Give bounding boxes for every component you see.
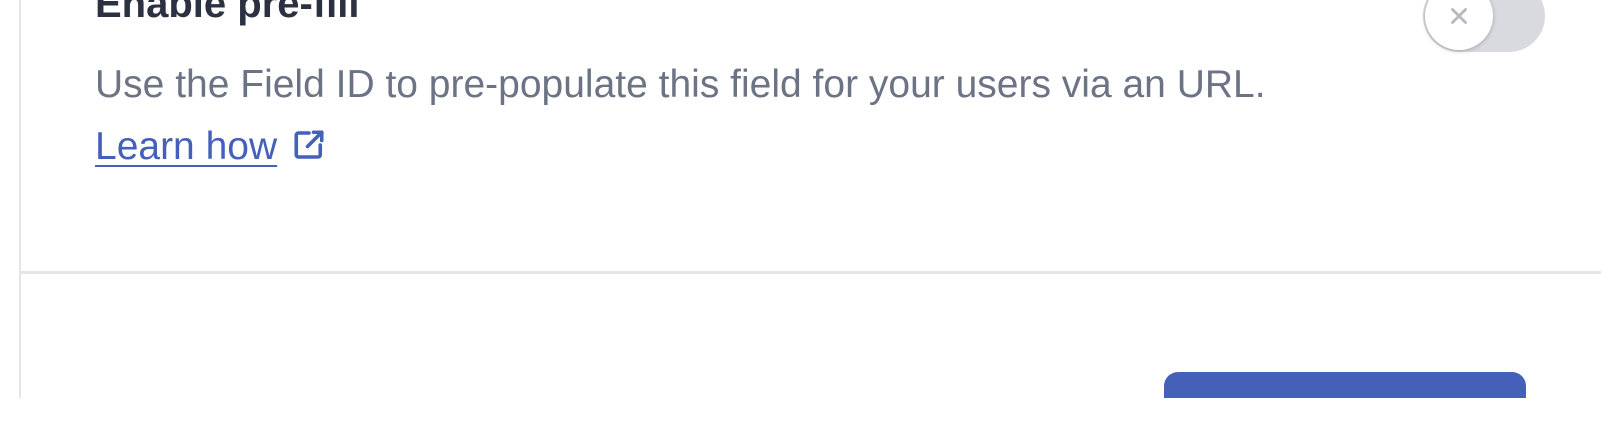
prefill-description-text: Use the Field ID to pre-populate this fi…: [95, 63, 1266, 106]
prefill-setting-description: Use the Field ID to pre-populate this fi…: [95, 54, 1355, 178]
toggle-knob: [1425, 0, 1493, 50]
prefill-toggle[interactable]: [1423, 0, 1545, 52]
prefill-setting-section: Enable pre-fill Use the Field ID to pre-…: [21, 0, 1601, 272]
learn-how-link[interactable]: Learn how: [95, 125, 277, 168]
external-link-icon[interactable]: [291, 127, 327, 163]
settings-panel: Enable pre-fill Use the Field ID to pre-…: [0, 0, 1610, 428]
panel-footer: [21, 274, 1601, 428]
x-icon: [1451, 8, 1467, 24]
prefill-setting-title: Enable pre-fill: [95, 0, 360, 26]
viewport-bottom-edge: [0, 398, 1610, 428]
